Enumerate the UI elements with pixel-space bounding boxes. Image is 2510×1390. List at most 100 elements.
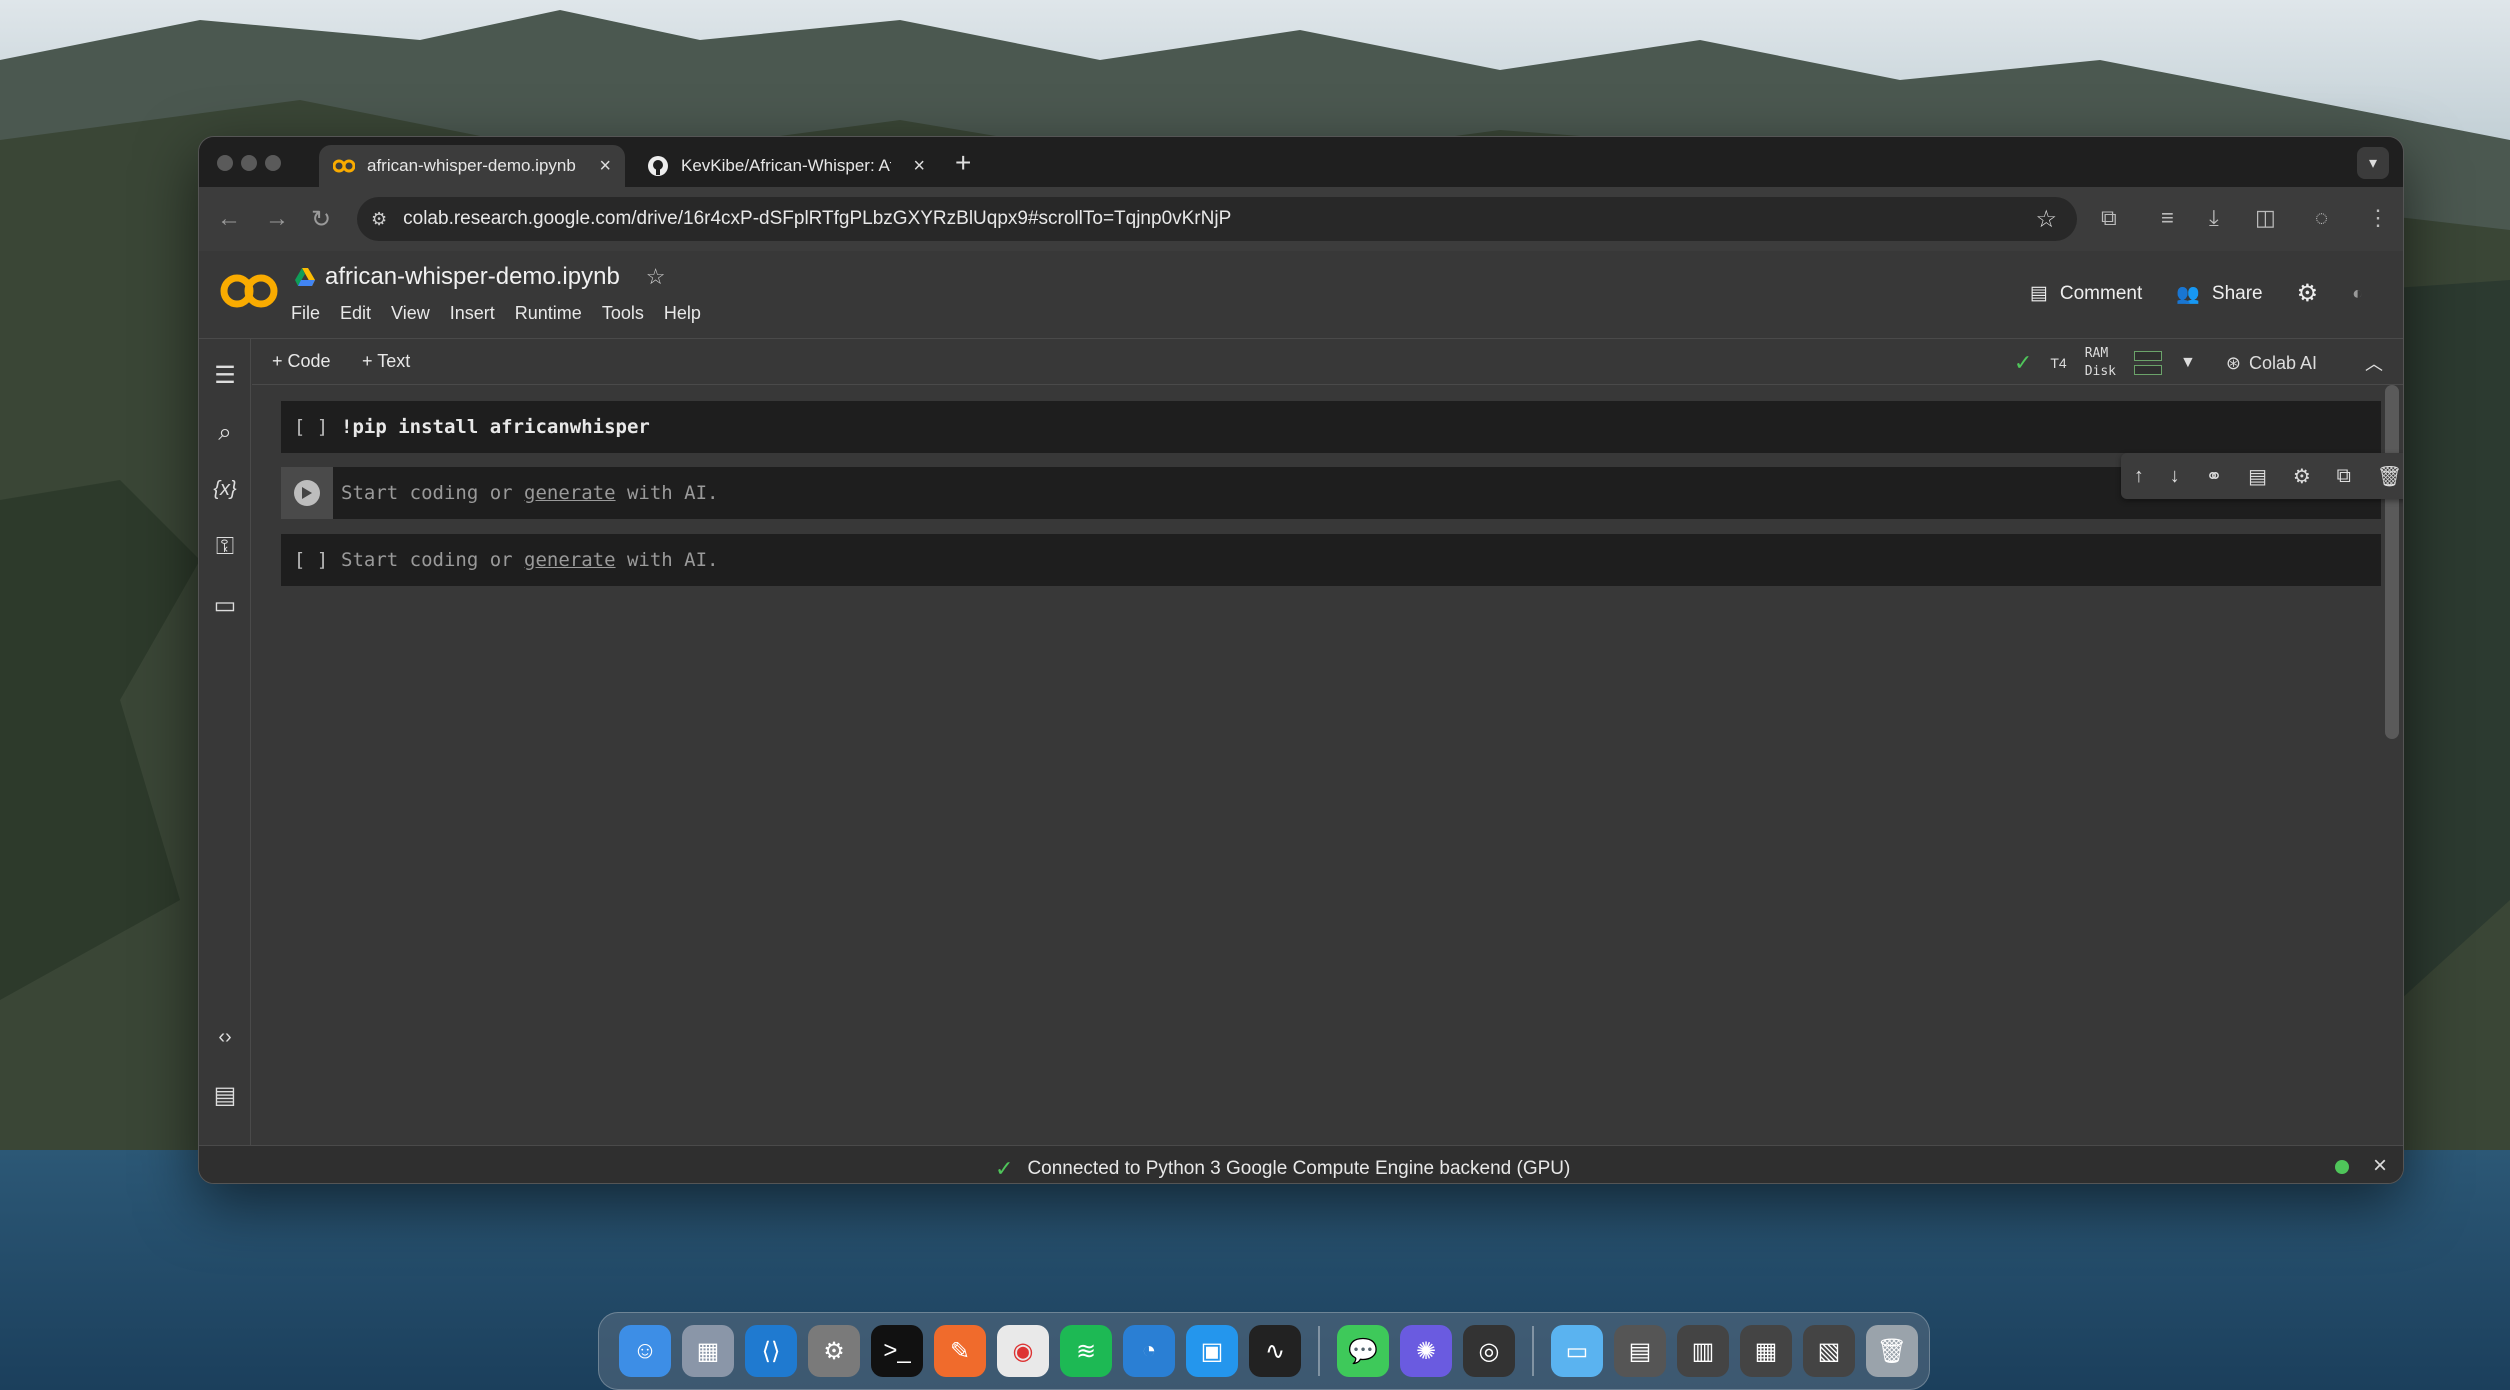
- activity-monitor-icon[interactable]: ∿: [1249, 1325, 1301, 1377]
- gpu-label: T4: [2050, 355, 2067, 371]
- browser-toolbar: ← → ↻ ⚙ colab.research.google.com/drive/…: [199, 187, 2403, 251]
- delete-trash-icon[interactable]: 🗑: [2377, 464, 2402, 489]
- tab-colab[interactable]: african-whisper-demo.ipynb ×: [319, 145, 625, 187]
- runtime-status: ✓ T4 RAM Disk ▼ ⊛ Colab AI ︿: [2014, 345, 2383, 381]
- tab-github[interactable]: KevKibe/African-Whisper: Af ×: [633, 145, 939, 187]
- side-panel-icon[interactable]: ◫: [2255, 205, 2276, 231]
- generate-link[interactable]: generate: [524, 482, 616, 504]
- trash-icon[interactable]: 🗑: [1866, 1325, 1918, 1377]
- move-up-arrow-icon[interactable]: ↑: [2134, 465, 2144, 488]
- tab-close-icon[interactable]: ×: [913, 155, 925, 178]
- finder-icon[interactable]: ☺: [619, 1325, 671, 1377]
- sublime-text-icon[interactable]: ✎: [934, 1325, 986, 1377]
- run-cell-button[interactable]: [281, 467, 333, 519]
- edge-icon[interactable]: ◔: [1123, 1325, 1175, 1377]
- reload-icon[interactable]: ↻: [311, 205, 331, 234]
- notebook-title[interactable]: african-whisper-demo.ipynb: [325, 263, 620, 291]
- cell-code[interactable]: !pip install africanwhisper: [341, 416, 650, 438]
- spotify-icon[interactable]: ≋: [1060, 1325, 1112, 1377]
- cell-execution-count: [ ]: [293, 416, 329, 438]
- vscode-icon[interactable]: ⟨⟩: [745, 1325, 797, 1377]
- menu-insert[interactable]: Insert: [450, 303, 495, 324]
- runtime-dropdown-icon[interactable]: ▼: [2180, 354, 2196, 372]
- cell-placeholder[interactable]: Start coding or generate with AI.: [341, 482, 719, 504]
- window-minimize-button[interactable]: [241, 155, 257, 171]
- bookmark-star-icon[interactable]: ☆: [2035, 205, 2057, 234]
- browser-menu-icon[interactable]: ⋮: [2367, 205, 2389, 231]
- profile-icon[interactable]: ◌: [2315, 205, 2328, 231]
- cell-placeholder[interactable]: Start coding or generate with AI.: [341, 549, 719, 571]
- window-zoom-button[interactable]: [265, 155, 281, 171]
- terminal-icon[interactable]: ▤: [211, 1081, 239, 1109]
- menu-tools[interactable]: Tools: [602, 303, 644, 324]
- menu-edit[interactable]: Edit: [340, 303, 371, 324]
- new-tab-button[interactable]: +: [955, 147, 971, 179]
- docker-icon[interactable]: ▣: [1186, 1325, 1238, 1377]
- comment-button[interactable]: ▤ Comment: [2030, 282, 2142, 305]
- launchpad-icon[interactable]: ▦: [682, 1325, 734, 1377]
- cell-settings-gear-icon[interactable]: ⚙: [2293, 464, 2311, 489]
- header-actions: ▤ Comment 👥 Share ⚙ ◐: [2030, 279, 2363, 308]
- extensions-icon[interactable]: ⧉: [2101, 205, 2117, 231]
- notebook-toolbar: + Code + Text ✓ T4 RAM Disk ▼ ⊛ Colab AI: [252, 339, 2403, 385]
- window-close-button[interactable]: [217, 155, 233, 171]
- close-icon[interactable]: ×: [2373, 1152, 2387, 1180]
- secrets-key-icon[interactable]: ⚿: [211, 533, 239, 561]
- placeholder-suffix: with AI.: [615, 549, 719, 571]
- obs-icon[interactable]: ◎: [1463, 1325, 1515, 1377]
- link-icon[interactable]: ⚭: [2206, 464, 2223, 489]
- menu-file[interactable]: File: [291, 303, 320, 324]
- colab-logo-icon[interactable]: [219, 269, 279, 313]
- code-cell-active[interactable]: Start coding or generate with AI.: [281, 467, 2381, 519]
- table-of-contents-icon[interactable]: ☰: [211, 361, 239, 389]
- mirror-cell-icon[interactable]: ⧉: [2337, 465, 2351, 488]
- chrome-icon[interactable]: ◉: [997, 1325, 1049, 1377]
- perplexity-icon[interactable]: ✺: [1400, 1325, 1452, 1377]
- window-thumbnail-icon[interactable]: ▦: [1740, 1325, 1792, 1377]
- tab-search-chevron-icon[interactable]: ▾: [2357, 147, 2389, 179]
- tab-label: KevKibe/African-Whisper: Af: [681, 156, 891, 175]
- dock-separator: [1532, 1326, 1534, 1376]
- comment-icon[interactable]: ▤: [2248, 464, 2267, 489]
- code-cell[interactable]: [ ] Start coding or generate with AI.: [281, 534, 2381, 586]
- disk-bar: [2134, 365, 2163, 375]
- move-down-arrow-icon[interactable]: ↓: [2170, 465, 2180, 488]
- system-settings-icon[interactable]: ⚙: [808, 1325, 860, 1377]
- settings-gear-icon[interactable]: ⚙: [2297, 279, 2319, 308]
- menu-bar: File Edit View Insert Runtime Tools Help: [291, 303, 701, 324]
- address-bar[interactable]: ⚙ colab.research.google.com/drive/16r4cx…: [357, 197, 2077, 241]
- variables-icon[interactable]: {x}: [211, 475, 239, 503]
- window-thumbnail-icon[interactable]: ▤: [1614, 1325, 1666, 1377]
- menu-view[interactable]: View: [391, 303, 430, 324]
- download-icon[interactable]: ⤓: [2209, 205, 2219, 231]
- messages-icon[interactable]: 💬: [1337, 1325, 1389, 1377]
- files-folder-icon[interactable]: ▭: [211, 591, 239, 619]
- search-icon[interactable]: ⌕: [211, 419, 239, 447]
- menu-help[interactable]: Help: [664, 303, 701, 324]
- ai-sparkle-icon: ⊛: [2225, 352, 2241, 373]
- terminal-app-icon[interactable]: >_: [871, 1325, 923, 1377]
- folder-icon[interactable]: ▭: [1551, 1325, 1603, 1377]
- window-thumbnail-icon[interactable]: ▧: [1803, 1325, 1855, 1377]
- code-cell[interactable]: [ ] !pip install africanwhisper: [281, 401, 2381, 453]
- menu-runtime[interactable]: Runtime: [515, 303, 582, 324]
- tab-close-icon[interactable]: ×: [599, 155, 611, 178]
- add-text-button[interactable]: + Text: [362, 351, 410, 372]
- back-arrow-icon[interactable]: ←: [217, 205, 241, 233]
- notebook-scrollbar[interactable]: [2385, 385, 2399, 739]
- code-snippets-icon[interactable]: ‹›: [211, 1023, 239, 1051]
- window-thumbnail-icon[interactable]: ▥: [1677, 1325, 1729, 1377]
- colab-ai-label: Colab AI: [2248, 352, 2317, 373]
- resource-labels[interactable]: RAM Disk: [2085, 345, 2116, 381]
- share-button[interactable]: 👥 Share: [2176, 282, 2262, 306]
- collapse-header-chevron-icon[interactable]: ︿: [2365, 350, 2383, 376]
- add-code-button[interactable]: + Code: [272, 351, 331, 372]
- generate-link[interactable]: generate: [524, 549, 616, 571]
- site-settings-icon[interactable]: ⚙: [371, 209, 387, 230]
- colab-ai-button[interactable]: ⊛ Colab AI: [2226, 353, 2317, 374]
- star-icon[interactable]: ☆: [646, 264, 666, 290]
- forward-arrow-icon[interactable]: →: [265, 205, 289, 233]
- left-sidebar: ☰ ⌕ {x} ⚿ ▭ ‹› ▤: [199, 339, 251, 1145]
- reading-list-icon[interactable]: ≡: [2161, 205, 2174, 231]
- account-avatar[interactable]: ◐: [2352, 283, 2363, 304]
